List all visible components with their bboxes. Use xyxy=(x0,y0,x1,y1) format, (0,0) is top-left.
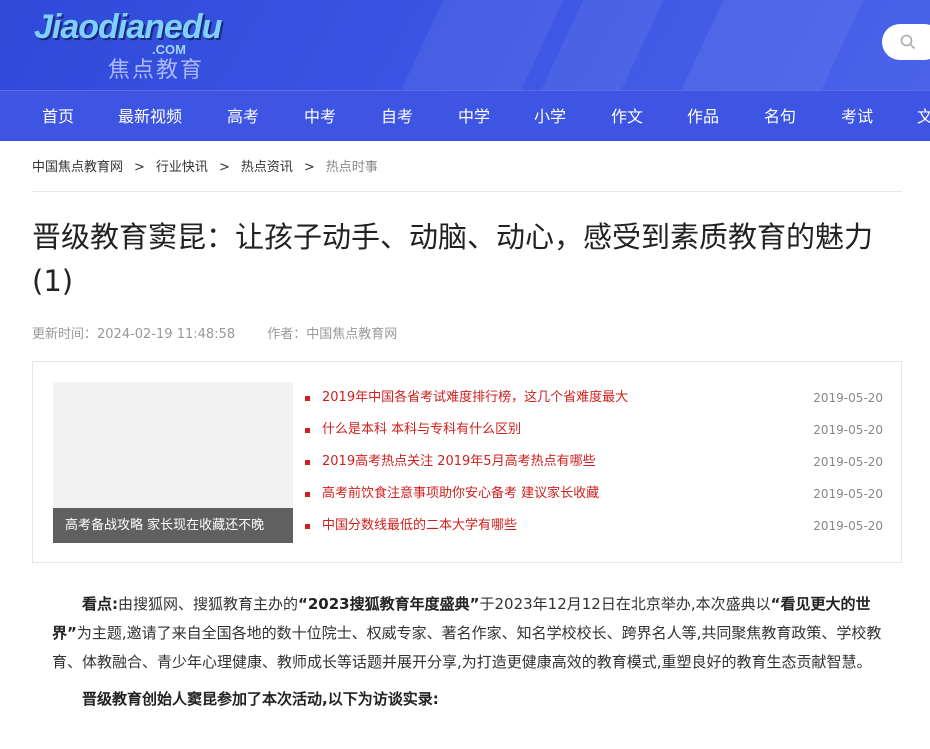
related-date: 2019-05-20 xyxy=(813,391,883,405)
nav-item-works[interactable]: 作品 xyxy=(687,91,719,141)
bullet-icon xyxy=(305,460,310,465)
nav-item-latest-video[interactable]: 最新视频 xyxy=(118,91,182,141)
author: 作者：中国焦点教育网 xyxy=(267,327,397,342)
related-date: 2019-05-20 xyxy=(813,519,883,533)
list-item: 2019高考热点关注 2019年5月高考热点有哪些 2019-05-20 xyxy=(305,446,883,478)
nav-item-middle-school[interactable]: 中学 xyxy=(458,91,490,141)
related-link[interactable]: 中国分数线最低的二本大学有哪些 xyxy=(322,510,517,542)
nav-item-quotes[interactable]: 名句 xyxy=(764,91,796,141)
related-date: 2019-05-20 xyxy=(813,487,883,501)
author-label: 作者： xyxy=(267,327,307,342)
list-item: 高考前饮食注意事项助你安心备考 建议家长收藏 2019-05-20 xyxy=(305,478,883,510)
list-item: 2019年中国各省考试难度排行榜，这几个省难度最大 2019-05-20 xyxy=(305,382,883,414)
bullet-icon xyxy=(305,396,310,401)
article-meta: 更新时间：2024-02-19 11:48:58 作者：中国焦点教育网 xyxy=(32,323,425,342)
main-nav: 首页 最新视频 高考 中考 自考 中学 小学 作文 作品 名句 考试 文 xyxy=(0,90,930,141)
updated-value: 2024-02-19 11:48:58 xyxy=(97,327,236,342)
related-articles-box: 高考备战攻略 家长现在收藏还不晚 2019年中国各省考试难度排行榜，这几个省难度… xyxy=(32,361,902,563)
list-item: 中国分数线最低的二本大学有哪些 2019-05-20 xyxy=(305,510,883,542)
related-list: 2019年中国各省考试难度排行榜，这几个省难度最大 2019-05-20 什么是… xyxy=(305,382,883,542)
related-date: 2019-05-20 xyxy=(813,455,883,469)
related-link[interactable]: 什么是本科 本科与专科有什么区别 xyxy=(322,414,521,446)
breadcrumb-item-current: 热点时事 xyxy=(325,160,378,175)
breadcrumb-separator: > xyxy=(303,160,315,175)
lead-text-2: 于2023年12月12日在北京举办,本次盛典以 xyxy=(479,595,771,613)
event-name: “2023搜狐教育年度盛典” xyxy=(298,595,480,613)
bullet-icon xyxy=(305,492,310,497)
breadcrumb: 中国焦点教育网 > 行业快讯 > 热点资讯 > 热点时事 xyxy=(32,156,902,192)
nav-item-exam[interactable]: 考试 xyxy=(841,91,873,141)
breadcrumb-separator: > xyxy=(134,160,145,175)
search-icon xyxy=(900,34,916,50)
article-title: 晋级教育窦昆：让孩子动手、动脑、动心，感受到素质教育的魅力(1) xyxy=(32,220,874,298)
related-link[interactable]: 高考前饮食注意事项助你安心备考 建议家长收藏 xyxy=(322,478,599,510)
nav-item-essay[interactable]: 作文 xyxy=(611,91,643,141)
interview-intro: 晋级教育创始人窦昆参加了本次活动,以下为访谈实录: xyxy=(52,685,882,714)
lead-text-1: 由搜狐网、搜狐教育主办的 xyxy=(118,595,299,613)
nav-item-home[interactable]: 首页 xyxy=(42,91,74,141)
bullet-icon xyxy=(305,428,310,433)
related-thumbnail[interactable]: 高考备战攻略 家长现在收藏还不晚 xyxy=(53,382,293,543)
nav-item-wen[interactable]: 文 xyxy=(917,91,930,141)
bullet-icon xyxy=(305,524,310,529)
logo-wordmark: Jiaodianedu xyxy=(34,8,222,46)
breadcrumb-item-hot-news[interactable]: 热点资讯 xyxy=(241,156,293,175)
article-body: 看点:由搜狐网、搜狐教育主办的“2023搜狐教育年度盛典”于2023年12月12… xyxy=(52,590,882,714)
breadcrumb-item-home[interactable]: 中国焦点教育网 xyxy=(32,156,123,175)
thumbnail-caption[interactable]: 高考备战攻略 家长现在收藏还不晚 xyxy=(53,508,293,543)
logo-chinese-name: 焦点教育 xyxy=(108,58,205,83)
list-item: 什么是本科 本科与专科有什么区别 2019-05-20 xyxy=(305,414,883,446)
lead-label: 看点: xyxy=(82,595,118,613)
breadcrumb-item-industry-news[interactable]: 行业快讯 xyxy=(156,156,208,175)
nav-item-zhongkao[interactable]: 中考 xyxy=(304,91,336,141)
nav-item-primary-school[interactable]: 小学 xyxy=(534,91,566,141)
related-link[interactable]: 2019高考热点关注 2019年5月高考热点有哪些 xyxy=(322,446,596,478)
search-button[interactable] xyxy=(882,24,930,60)
updated-time: 更新时间：2024-02-19 11:48:58 xyxy=(32,327,235,342)
breadcrumb-separator: > xyxy=(218,160,230,175)
interview-intro-text: 晋级教育创始人窦昆参加了本次活动,以下为访谈实录: xyxy=(82,690,439,708)
site-logo[interactable]: Jiaodianedu .COM 焦点教育 xyxy=(34,8,224,83)
updated-label: 更新时间： xyxy=(32,327,98,342)
lead-text-3: 为主题,邀请了来自全国各地的数十位院士、权威专家、著名作家、知名学校校长、跨界名… xyxy=(52,624,882,671)
author-value: 中国焦点教育网 xyxy=(306,327,398,342)
nav-item-gaokao[interactable]: 高考 xyxy=(227,91,259,141)
related-link[interactable]: 2019年中国各省考试难度排行榜，这几个省难度最大 xyxy=(322,382,628,414)
site-header: Jiaodianedu .COM 焦点教育 xyxy=(0,0,930,90)
related-date: 2019-05-20 xyxy=(813,423,883,437)
lead-paragraph: 看点:由搜狐网、搜狐教育主办的“2023搜狐教育年度盛典”于2023年12月12… xyxy=(52,590,882,677)
nav-item-zikao[interactable]: 自考 xyxy=(381,91,413,141)
